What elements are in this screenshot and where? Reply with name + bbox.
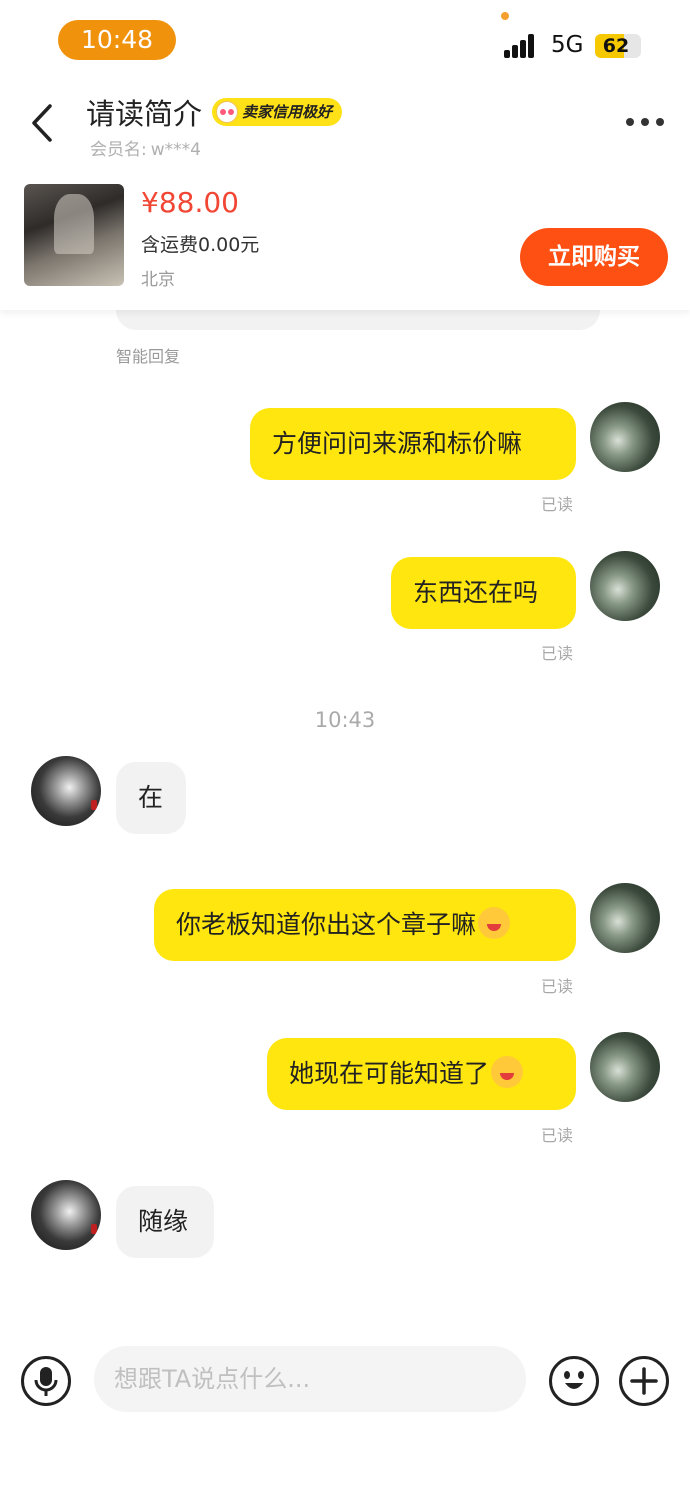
more-options-icon[interactable] — [624, 118, 664, 128]
read-status: 已读 — [541, 977, 574, 996]
message-bubble-mine[interactable]: 方便问问来源和标价嘛 — [250, 408, 576, 480]
product-price: ¥88.00 — [141, 186, 239, 219]
heart-eyes-icon — [216, 101, 238, 123]
product-location: 北京 — [141, 270, 175, 290]
read-status: 已读 — [541, 1126, 574, 1145]
message-bubble-mine[interactable]: 她现在可能知道了 — [267, 1038, 576, 1110]
read-status: 已读 — [541, 495, 574, 514]
member-label: 会员名: — [90, 140, 147, 160]
seller-avatar[interactable] — [31, 1180, 101, 1250]
privacy-indicator-dot — [501, 12, 509, 20]
back-arrow-icon[interactable] — [24, 100, 64, 146]
status-time: 10:48 — [58, 20, 176, 60]
voice-input-button[interactable] — [21, 1356, 71, 1406]
my-avatar[interactable] — [590, 883, 660, 953]
message-input[interactable] — [94, 1346, 526, 1412]
hugging-emoji-icon — [491, 1056, 524, 1088]
message-bubble-mine[interactable]: 东西还在吗 — [391, 557, 576, 629]
status-bar: 10:48 5G 62 — [0, 0, 690, 80]
member-value: w***4 — [150, 140, 201, 160]
smiley-icon — [564, 1371, 584, 1389]
smart-reply-label: 智能回复 — [116, 347, 181, 366]
network-label: 5G — [551, 32, 584, 58]
battery-level-text: 62 — [602, 35, 630, 57]
battery-icon: 62 — [595, 34, 641, 58]
chat-title: 请读简介 — [86, 97, 203, 131]
seller-credit-label: 卖家信用极好 — [242, 103, 333, 121]
shipping-info: 含运费0.00元 — [141, 234, 260, 256]
buy-now-button[interactable]: 立即购买 — [520, 228, 668, 286]
microphone-icon — [34, 1367, 58, 1396]
time-separator: 10:43 — [314, 708, 376, 732]
my-avatar[interactable] — [590, 551, 660, 621]
my-avatar[interactable] — [590, 402, 660, 472]
member-name: 会员名: w***4 — [86, 135, 201, 160]
product-thumbnail[interactable] — [24, 184, 124, 286]
grinning-squint-emoji-icon — [478, 907, 511, 939]
emoji-button[interactable] — [549, 1356, 599, 1406]
seller-credit-badge: 卖家信用极好 — [212, 98, 343, 126]
message-text: 她现在可能知道了 — [289, 1059, 490, 1088]
my-avatar[interactable] — [590, 1032, 660, 1102]
message-bubble-seller[interactable]: 在 — [116, 762, 186, 834]
signal-icon — [504, 34, 542, 58]
read-status: 已读 — [541, 644, 574, 663]
message-bubble-seller[interactable]: 随缘 — [116, 1186, 214, 1258]
plus-icon — [630, 1367, 658, 1395]
message-bubble-mine[interactable]: 你老板知道你出这个章子嘛 — [154, 889, 576, 961]
more-actions-button[interactable] — [619, 1356, 669, 1406]
seller-avatar[interactable] — [31, 756, 101, 826]
message-text: 你老板知道你出这个章子嘛 — [176, 910, 477, 939]
